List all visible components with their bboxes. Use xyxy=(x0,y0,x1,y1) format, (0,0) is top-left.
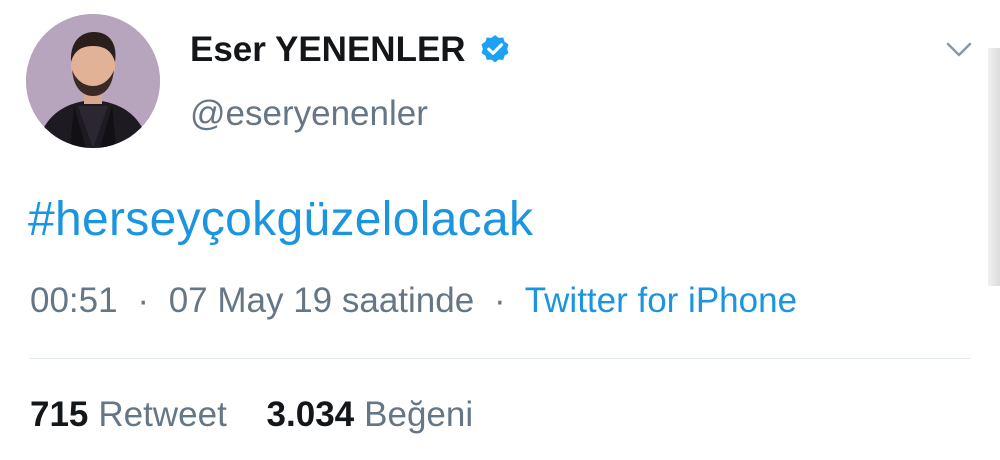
divider xyxy=(30,358,970,359)
tweet-card: Eser YENENLER @eseryenenler #herseyçokgü… xyxy=(0,0,1000,460)
retweet-label: Retweet xyxy=(98,395,227,434)
tweet-meta: 00:51 · 07 May 19 saatinde · Twitter for… xyxy=(30,278,797,324)
retweet-count: 715 xyxy=(30,395,89,434)
author-display-name[interactable]: Eser YENENLER xyxy=(190,28,466,72)
author-handle[interactable]: @eseryenenler xyxy=(190,92,428,136)
retweet-stat[interactable]: 715 Retweet xyxy=(30,395,237,434)
like-stat[interactable]: 3.034 Beğeni xyxy=(267,395,474,434)
tweet-date: 07 May 19 saatinde xyxy=(168,281,475,320)
chevron-down-icon[interactable] xyxy=(944,40,974,60)
tweet-hashtag-link[interactable]: #herseyçokgüzelolacak xyxy=(28,190,533,250)
author-display-name-row[interactable]: Eser YENENLER xyxy=(190,28,512,72)
tweet-stats: 715 Retweet 3.034 Beğeni xyxy=(30,392,473,438)
tweet-source-link[interactable]: Twitter for iPhone xyxy=(525,281,797,320)
verified-badge-icon xyxy=(478,33,512,67)
meta-separator: · xyxy=(493,281,506,320)
avatar[interactable] xyxy=(26,14,160,148)
like-count: 3.034 xyxy=(266,395,355,434)
like-label: Beğeni xyxy=(364,395,474,434)
meta-separator: · xyxy=(137,281,149,320)
avatar-photo-icon xyxy=(26,14,160,148)
scrollbar[interactable] xyxy=(988,48,1000,286)
tweet-time: 00:51 xyxy=(30,281,118,320)
